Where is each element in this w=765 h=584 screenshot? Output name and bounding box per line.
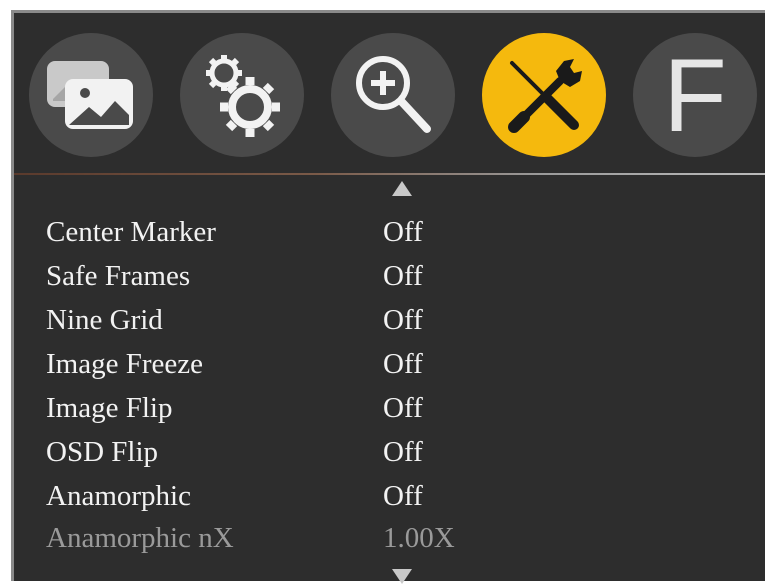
scroll-up-arrow-icon[interactable] <box>392 181 412 196</box>
tab-settings[interactable] <box>180 33 304 157</box>
zoom-in-icon <box>356 56 431 133</box>
settings-gears-icon <box>206 55 280 137</box>
menu-item-image-freeze[interactable]: Image Freeze Off <box>46 344 746 384</box>
tab-tools[interactable] <box>482 33 606 157</box>
menu-item-label: OSD Flip <box>46 436 159 468</box>
tab-divider <box>14 173 765 175</box>
menu-item-value: Off <box>383 260 423 292</box>
menu-item-value: Off <box>383 392 423 424</box>
menu-item-label: Nine Grid <box>46 304 163 336</box>
menu-item-value: 1.00X <box>383 522 455 554</box>
menu-item-label: Anamorphic <box>46 480 191 512</box>
menu-item-label: Anamorphic nX <box>46 522 234 554</box>
menu-tab-bar: F <box>14 13 765 173</box>
menu-item-value: Off <box>383 348 423 380</box>
menu-item-osd-flip[interactable]: OSD Flip Off <box>46 432 746 472</box>
function-f-icon: F <box>663 38 727 154</box>
tab-function[interactable]: F <box>633 33 757 157</box>
menu-item-anamorphic[interactable]: Anamorphic Off <box>46 476 746 516</box>
menu-item-label: Image Freeze <box>46 348 203 380</box>
menu-item-label: Center Marker <box>46 216 216 248</box>
tools-icon <box>508 59 582 133</box>
menu-item-value: Off <box>383 304 423 336</box>
menu-item-nine-grid[interactable]: Nine Grid Off <box>46 300 746 340</box>
menu-item-image-flip[interactable]: Image Flip Off <box>46 388 746 428</box>
tab-picture[interactable] <box>29 33 153 157</box>
menu-item-value: Off <box>383 480 423 512</box>
menu-item-value: Off <box>383 436 423 468</box>
osd-menu: F Center Marker Off Safe Frames Off Nine… <box>11 10 765 584</box>
menu-item-value: Off <box>383 216 423 248</box>
menu-item-label: Image Flip <box>46 392 173 424</box>
menu-item-center-marker[interactable]: Center Marker Off <box>46 212 746 252</box>
menu-item-anamorphic-nx: Anamorphic nX 1.00X <box>46 518 746 558</box>
menu-item-safe-frames[interactable]: Safe Frames Off <box>46 256 746 296</box>
menu-item-label: Safe Frames <box>46 260 191 292</box>
tab-zoom[interactable] <box>331 33 455 157</box>
picture-icon <box>47 61 133 129</box>
scroll-down-arrow-icon[interactable] <box>392 569 412 584</box>
